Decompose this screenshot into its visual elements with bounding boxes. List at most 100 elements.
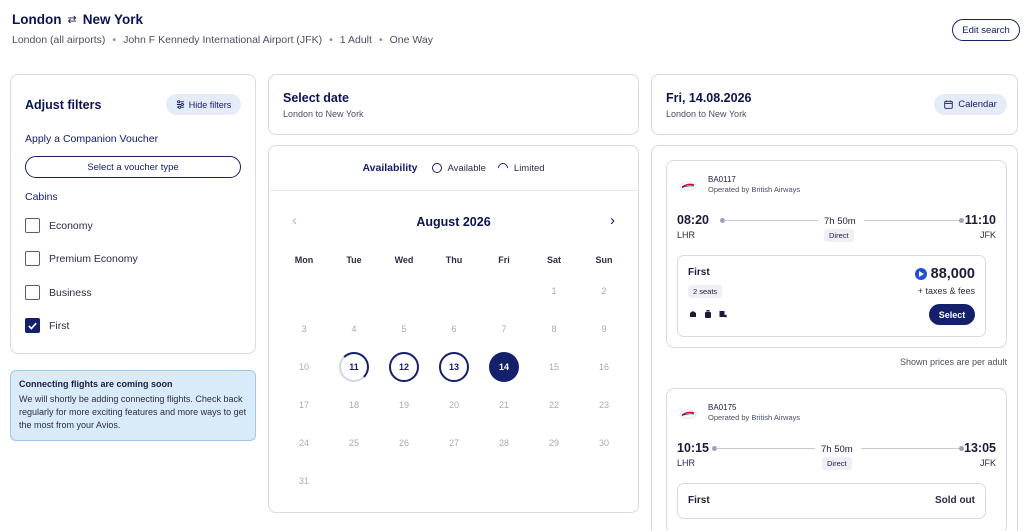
date-header-panel: Fri, 14.08.2026 London to New York Calen… — [651, 74, 1018, 135]
route-dot — [959, 218, 964, 223]
flight-number: BA0117 — [708, 175, 736, 184]
month-title: August 2026 — [416, 215, 491, 229]
calendar-day: 4 — [351, 324, 357, 334]
available-label: Available — [447, 162, 486, 174]
route-line — [724, 220, 818, 221]
cabin-fare-option: First 2 seats 88,000 + taxes & fees Sele… — [677, 255, 986, 337]
availability-label: Availability — [362, 162, 418, 174]
taxes-note: + taxes & fees — [917, 286, 975, 296]
route-line — [716, 448, 815, 449]
calendar-day[interactable]: 12 — [389, 352, 419, 382]
destination-airport: John F Kennedy International Airport (JF… — [123, 34, 323, 46]
checkmark-icon — [28, 322, 37, 330]
cabin-fare-option: First Sold out — [677, 483, 986, 519]
weekday-header: Wed — [394, 255, 414, 265]
flight-duration: 7h 50m — [821, 444, 853, 455]
avios-icon — [914, 268, 927, 280]
limited-label: Limited — [513, 162, 545, 174]
cabin-option-premium-economy[interactable]: Premium Economy — [25, 251, 138, 266]
calendar-day: 3 — [301, 324, 307, 334]
calendar-day: 28 — [498, 438, 509, 448]
companion-voucher-label: Apply a Companion Voucher — [25, 133, 159, 145]
arrival-time: 11:10 — [964, 213, 996, 227]
seat-icon — [690, 311, 696, 317]
weekday-header: Fri — [498, 255, 510, 265]
british-airways-logo-icon — [679, 409, 697, 419]
select-flight-button[interactable]: Select — [929, 304, 975, 325]
flight-number: BA0175 — [708, 403, 737, 412]
weekday-header: Mon — [294, 255, 314, 265]
cabin-option-first[interactable]: First — [25, 318, 69, 333]
edit-search-button[interactable]: Edit search — [952, 19, 1020, 41]
select-date-panel: Select date London to New York — [268, 74, 639, 135]
calendar-day: 19 — [398, 400, 409, 410]
notice-body: We will shortly be adding connecting fli… — [19, 394, 247, 430]
select-voucher-button[interactable]: Select a voucher type — [25, 156, 241, 178]
calendar-day: 2 — [601, 286, 607, 296]
next-month-icon[interactable]: › — [610, 212, 615, 229]
calendar-day: 5 — [401, 324, 407, 334]
calendar-button[interactable]: Calendar — [934, 94, 1007, 115]
availability-legend: Availability Available Limited — [269, 160, 638, 176]
calendar-day: 27 — [448, 438, 459, 448]
price: 88,000 — [914, 266, 975, 282]
checkbox-checked[interactable] — [25, 318, 40, 333]
cabin-option-economy[interactable]: Economy — [25, 218, 93, 233]
flight-results: BA0117 Operated by British Airways 08:20… — [651, 145, 1018, 531]
calendar-day[interactable]: 14 — [489, 352, 519, 382]
calendar-icon — [944, 100, 953, 109]
operator: Operated by British Airways — [708, 185, 801, 194]
calendar-day: 9 — [601, 324, 607, 334]
sliders-icon — [176, 100, 184, 109]
checkbox[interactable] — [25, 218, 40, 233]
flight-card: BA0175 Operated by British Airways 10:15… — [666, 388, 1007, 531]
notice-title: Connecting flights are coming soon — [19, 379, 173, 389]
cabin-name: First — [688, 495, 710, 506]
checkbox[interactable] — [25, 251, 40, 266]
select-date-subtitle: London to New York — [283, 109, 364, 119]
cabin-name: First — [688, 267, 710, 278]
calendar-day: 1 — [551, 286, 557, 296]
departure-time: 10:15 — [677, 441, 709, 455]
arrival-airport: JFK — [979, 230, 996, 240]
calendar-day: 30 — [598, 438, 609, 448]
separator-dot: • — [112, 34, 117, 46]
divider — [269, 190, 638, 191]
calendar-day: 23 — [598, 400, 609, 410]
calendar-day[interactable]: 11 — [339, 352, 369, 382]
calendar-day: 20 — [448, 400, 459, 410]
departure-time: 08:20 — [677, 213, 709, 227]
selected-date-subtitle: London to New York — [666, 109, 747, 119]
calendar-day: 16 — [598, 362, 609, 372]
select-date-title: Select date — [283, 91, 350, 105]
stops-badge: Direct — [822, 457, 852, 470]
flight-card: BA0117 Operated by British Airways 08:20… — [666, 160, 1007, 348]
weekday-header: Tue — [346, 255, 362, 265]
route-line — [861, 448, 959, 449]
per-adult-note: Shown prices are per adult — [899, 357, 1007, 367]
origin-airport: London (all airports) — [12, 34, 106, 46]
separator-dot: • — [329, 34, 333, 46]
calendar-day: 25 — [348, 438, 359, 448]
route-line — [864, 220, 959, 221]
swap-arrows-icon: ⇄ — [67, 14, 77, 26]
calendar-button-label: Calendar — [958, 99, 997, 110]
calendar-day: 17 — [298, 400, 309, 410]
hide-filters-label: Hide filters — [188, 99, 232, 110]
calendar-panel: Availability Available Limited ‹ August … — [268, 145, 639, 513]
price-value: 88,000 — [930, 266, 975, 282]
checkbox[interactable] — [25, 285, 40, 300]
destination-city: New York — [82, 12, 143, 27]
british-airways-logo-icon — [679, 181, 697, 191]
calendar-day: 22 — [548, 400, 559, 410]
cabin-option-business[interactable]: Business — [25, 285, 92, 300]
calendar-day: 29 — [548, 438, 559, 448]
calendar-day: 18 — [348, 400, 359, 410]
calendar-day[interactable]: 13 — [439, 352, 469, 382]
departure-airport: LHR — [677, 230, 696, 240]
departure-airport: LHR — [677, 458, 696, 468]
calendar-day: 31 — [298, 476, 309, 486]
origin-city: London — [12, 12, 62, 27]
calendar-day: 26 — [398, 438, 409, 448]
hide-filters-button[interactable]: Hide filters — [166, 94, 241, 115]
